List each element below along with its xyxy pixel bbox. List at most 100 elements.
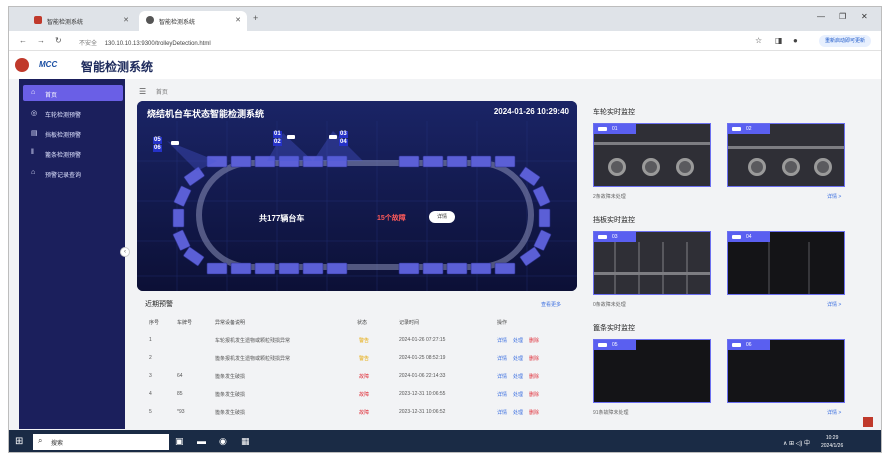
app-header: MCC 智能检测系统 [9,51,881,79]
camera-feed-02[interactable]: 02 [727,123,845,187]
sidebar-item-label: 预警记录查询 [45,173,82,179]
browser-window: 智能检测系统 ✕ 智能检测系统 ✕ + — ❐ ✕ ← → ↻ 不安全 130.… [8,6,882,453]
detail-link[interactable]: 详情 [497,391,507,398]
star-icon[interactable]: ☆ [755,36,762,45]
browser-tab-2[interactable]: 智能检测系统 ✕ [139,11,247,31]
detail-link[interactable]: 详情 [497,373,507,380]
home-icon: ⌂ [31,89,36,96]
cell-time: 2023-12-31 10:06:52 [399,409,446,415]
tab-label: 智能检测系统 [159,20,196,26]
fault-detail-button[interactable]: 详情 [429,211,455,223]
camera-icon [171,141,179,145]
handle-link[interactable]: 处理 [513,409,523,416]
sidebar-item-grate[interactable]: ‖ 篦条检测预警 [23,145,123,161]
cell-no: 2 [149,355,152,361]
camera-icon [598,235,607,239]
sidebar-collapse-icon[interactable]: ‹ [120,247,130,257]
trolley-total: 共177辆台车 [259,214,305,223]
cell-no: 4 [149,391,152,397]
minimize-icon[interactable]: — [817,12,825,21]
camera-tag-06[interactable]: 06 [153,145,162,152]
fault-count: 15个故障 [377,215,406,222]
delete-link[interactable]: 删除 [529,391,539,398]
taskbar-search[interactable]: ⌕ 搜索 [33,434,169,450]
maximize-icon[interactable]: ❐ [839,12,846,21]
record-icon: ⌂ [31,169,36,176]
url-field[interactable]: 不安全 130.10.10.13:9300/trolleyDetection.h… [79,38,211,47]
baffle-monitor-title: 挡板实时监控 [593,217,635,224]
sidebar-item-wheel[interactable]: ◎ 车轮检测预警 [23,105,123,121]
new-tab-icon[interactable]: + [253,13,258,23]
handle-link[interactable]: 处理 [513,337,523,344]
wheel-detail-link[interactable]: 详情 > [827,193,841,200]
detail-link[interactable]: 详情 [497,355,507,362]
tab-close-icon[interactable]: ✕ [235,16,241,24]
browser-tab-1[interactable]: 智能检测系统 ✕ [27,11,135,31]
cell-time: 2024-01-25 08:52:19 [399,355,446,361]
company-logo-icon [15,58,29,72]
breadcrumb-current: 首页 [155,90,168,96]
taskbar-search-label: 搜索 [51,441,64,447]
sidebar-item-records[interactable]: ⌂ 预警记录查询 [23,165,123,181]
sidepanel-icon[interactable]: ◨ [775,36,783,45]
camera-id: 04 [746,234,752,240]
camera-icon [329,135,337,139]
system-tray[interactable]: ∧ ⊞ ◁) 中 [783,438,810,447]
camera-tag-03[interactable]: 03 [339,131,348,138]
file-explorer-icon[interactable]: ▬ [197,436,206,446]
reload-icon[interactable]: ↻ [55,36,62,45]
camera-tag-02[interactable]: 02 [273,139,282,146]
handle-link[interactable]: 处理 [513,391,523,398]
camera-feed-06[interactable]: 06 [727,339,845,403]
menu-toggle-icon[interactable]: ☰ [139,87,146,96]
baffle-detail-link[interactable]: 详情 > [827,301,841,308]
sidebar-item-baffle[interactable]: ▤ 挡板检测预警 [23,125,123,141]
delete-link[interactable]: 删除 [529,373,539,380]
camera-tag-05[interactable]: 05 [153,137,162,144]
camera-icon [732,343,741,347]
wheel [642,158,660,176]
camera-label: 03 [594,232,636,242]
chrome-icon[interactable]: ◉ [219,436,227,447]
wheel [814,158,832,176]
delete-link[interactable]: 删除 [529,337,539,344]
status-badge: 故障 [359,374,370,380]
camera-feed-05[interactable]: 05 [593,339,711,403]
delete-link[interactable]: 删除 [529,409,539,416]
handle-link[interactable]: 处理 [513,373,523,380]
handle-link[interactable]: 处理 [513,355,523,362]
delete-link[interactable]: 删除 [529,355,539,362]
windows-start-icon[interactable]: ⊞ [15,436,23,447]
app-icon[interactable]: ▦ [241,436,250,447]
security-warning[interactable]: 不安全 [79,41,97,47]
camera-tag-01[interactable]: 01 [273,131,282,138]
col-header-no: 序号 [149,320,160,326]
col-header-desc: 异常设备说明 [215,320,246,326]
notification-badge[interactable] [863,417,873,427]
tab-close-icon[interactable]: ✕ [123,16,129,24]
col-header-plate: 车牌号 [177,320,193,326]
camera-feed-03[interactable]: 03 [593,231,711,295]
breadcrumb: ☰ 首页 [139,87,168,96]
camera-tag-04[interactable]: 04 [339,139,348,146]
camera-feed-04[interactable]: 04 [727,231,845,295]
detail-link[interactable]: 详情 [497,337,507,344]
grate-detail-link[interactable]: 详情 > [827,409,841,416]
detail-link[interactable]: 详情 [497,409,507,416]
alarms-more-link[interactable]: 查看更多 [541,301,561,308]
profile-icon[interactable]: ● [793,36,798,45]
camera-icon [732,127,741,131]
cell-desc: 车轮报机发生遗物或颗粒残损异常 [215,338,291,344]
forward-icon[interactable]: → [37,36,45,45]
wheel-monitor-title: 车轮实时监控 [593,109,635,116]
cell-no: 3 [149,373,152,379]
camera-feed-01[interactable]: 01 [593,123,711,187]
cell-desc: 篦条报机发生遗物或颗粒残损异常 [215,356,291,362]
update-button[interactable]: 重新启动即可更新 [818,35,871,47]
clock[interactable]: 10:29 2024/1/26 [821,434,843,450]
sidebar-item-home[interactable]: ⌂ 首页 [23,85,123,101]
cell-time: 2024-01-06 22:14:33 [399,373,446,379]
close-window-icon[interactable]: ✕ [861,12,868,21]
back-icon[interactable]: ← [19,36,27,45]
task-view-icon[interactable]: ▣ [175,436,184,447]
